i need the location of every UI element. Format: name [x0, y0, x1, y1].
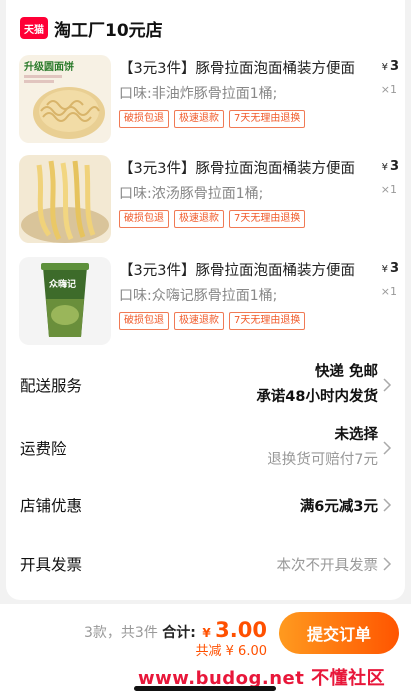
item-price: ¥3 [381, 261, 399, 276]
chevron-right-icon [383, 498, 392, 512]
service-tag: 极速退款 [174, 312, 224, 330]
service-tag: 7天无理由退换 [229, 210, 306, 228]
service-tag: 极速退款 [174, 210, 224, 228]
service-tag: 破损包退 [119, 210, 169, 228]
service-tags: 破损包退 极速退款 7天无理由退换 [119, 210, 306, 228]
item-quantity: ×1 [380, 285, 397, 298]
item-price: ¥3 [381, 59, 399, 74]
invoice-row[interactable]: 开具发票 本次不开具发票 [20, 549, 392, 579]
service-tag: 7天无理由退换 [229, 312, 306, 330]
total-label: 合计: [162, 625, 196, 641]
service-tags: 破损包退 极速退款 7天无理由退换 [119, 312, 306, 330]
store-coupon-row[interactable]: 店铺优惠 满6元减3元 [20, 490, 392, 520]
insurance-label: 运费险 [20, 440, 67, 458]
item-title: 【3元3件】豚骨拉面泡面桶装方便面 [119, 61, 355, 77]
item-sku: 口味:众嗨记豚骨拉面1桶; [119, 288, 278, 304]
insurance-note: 退换货可赔付7元 [267, 452, 378, 468]
submit-order-button[interactable]: 提交订单 [279, 612, 399, 654]
service-tag: 极速退款 [174, 110, 224, 128]
product-thumbnail[interactable]: 升级圆面饼 [19, 55, 111, 143]
invoice-value: 本次不开具发票 [276, 558, 379, 574]
order-item[interactable]: 【3元3件】豚骨拉面泡面桶装方便面 口味:浓汤豚骨拉面1桶; ¥3 ×1 破损包… [19, 155, 399, 247]
item-price: ¥3 [381, 159, 399, 174]
item-title: 【3元3件】豚骨拉面泡面桶装方便面 [119, 263, 355, 279]
thumb-caption: 众嗨记 [49, 278, 76, 290]
service-tags: 破损包退 极速退款 7天无理由退换 [119, 110, 306, 128]
service-tag: 破损包退 [119, 110, 169, 128]
delivery-row[interactable]: 配送服务 快递 免邮 承诺48小时内发货 [20, 358, 392, 412]
order-card: 天猫 淘工厂10元店 升级圆面饼 【3元3件】豚骨拉面泡面桶装方便面 口味:非油… [6, 0, 405, 600]
item-count: 3款，共3件 [84, 625, 158, 641]
coupon-value: 满6元减3元 [299, 499, 378, 515]
home-indicator[interactable] [134, 686, 276, 691]
product-thumbnail[interactable] [19, 155, 111, 243]
total-currency: ¥ [202, 626, 211, 640]
thumb-caption: 升级圆面饼 [24, 60, 74, 73]
chevron-right-icon [383, 378, 392, 392]
discount-total: 共减 ¥ 6.00 [195, 644, 267, 659]
item-sku: 口味:非油炸豚骨拉面1桶; [119, 86, 278, 102]
order-item[interactable]: 升级圆面饼 【3元3件】豚骨拉面泡面桶装方便面 口味:非油炸豚骨拉面1桶; ¥3… [19, 55, 399, 147]
coupon-label: 店铺优惠 [20, 497, 83, 515]
item-title: 【3元3件】豚骨拉面泡面桶装方便面 [119, 161, 355, 177]
invoice-label: 开具发票 [20, 556, 83, 574]
service-tag: 7天无理由退换 [229, 110, 306, 128]
order-item[interactable]: 众嗨记 【3元3件】豚骨拉面泡面桶装方便面 口味:众嗨记豚骨拉面1桶; ¥3 ×… [19, 257, 399, 349]
item-quantity: ×1 [380, 83, 397, 96]
chevron-right-icon [383, 441, 392, 455]
order-summary: 3款，共3件 合计: ¥ 3.00 [84, 618, 267, 642]
shipping-insurance-row[interactable]: 运费险 未选择 退换货可赔付7元 [20, 421, 392, 475]
store-header[interactable]: 天猫 淘工厂10元店 [20, 14, 163, 42]
item-quantity: ×1 [380, 183, 397, 196]
delivery-label: 配送服务 [20, 377, 83, 395]
product-thumbnail[interactable]: 众嗨记 [19, 257, 111, 345]
item-sku: 口味:浓汤豚骨拉面1桶; [119, 186, 264, 202]
store-name: 淘工厂10元店 [54, 20, 163, 41]
total-amount: 3.00 [215, 618, 267, 642]
tmall-logo-icon: 天猫 [20, 17, 48, 39]
chevron-right-icon [383, 557, 392, 571]
insurance-status: 未选择 [334, 427, 379, 443]
delivery-promise: 承诺48小时内发货 [256, 389, 378, 405]
delivery-method: 快递 免邮 [314, 364, 378, 380]
service-tag: 破损包退 [119, 312, 169, 330]
